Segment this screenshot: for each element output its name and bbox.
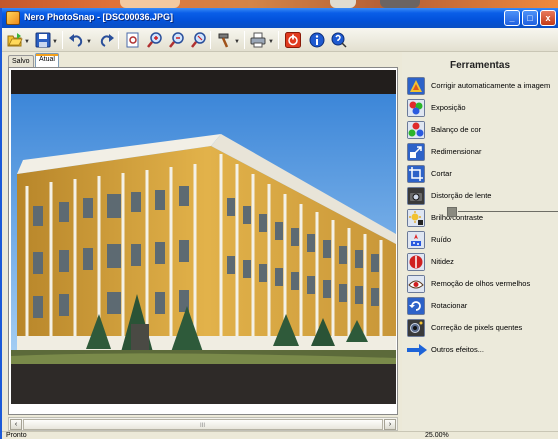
info-icon[interactable] (309, 32, 325, 48)
toolbar-separator (210, 31, 211, 49)
panel-title: Ferramentas (449, 60, 511, 71)
tool-label: Corrigir automaticamente a imagem (431, 81, 551, 90)
color-balance-icon (407, 121, 425, 139)
tool-sharpness[interactable]: Nitidez (406, 252, 558, 272)
tool-rotate[interactable]: Rotacionar (406, 296, 558, 316)
desktop-window-edge (120, 0, 180, 8)
lens-distortion-icon (407, 187, 425, 205)
zoom-level: 25.00% (425, 432, 449, 439)
tool-label: Cortar (431, 169, 452, 178)
close-button[interactable]: x (540, 10, 556, 26)
maximize-button[interactable]: □ (522, 10, 538, 26)
toolbar-separator (118, 31, 119, 49)
main-toolbar: ▼ ▼ ▼ ▼ ▼ (2, 28, 558, 52)
red-eye-icon (407, 275, 425, 293)
zoom-actual-icon[interactable] (191, 32, 207, 48)
tool-label: Outros efeitos... (431, 345, 484, 354)
tool-exposure[interactable]: Exposição (406, 98, 558, 118)
tool-resize[interactable]: Redimensionar (406, 142, 558, 162)
tab-atual[interactable]: Atual (35, 53, 59, 67)
noise-icon (407, 231, 425, 249)
horizontal-scrollbar[interactable]: ‹ III › (8, 417, 398, 431)
crop-icon (407, 165, 425, 183)
tool-label: Distorção de lente (431, 191, 492, 200)
open-folder-icon[interactable] (7, 32, 23, 48)
tool-label: Remoção de olhos vermelhos (431, 279, 531, 288)
building-photo (11, 94, 396, 364)
tool-label: Balanço de cor (431, 125, 482, 134)
view-tabs: Salvo Atual (2, 53, 402, 67)
tools-panel: Ferramentas Corrigir automaticamente a i… (402, 52, 558, 431)
desktop-background-strip (0, 0, 558, 8)
tool-other-effects[interactable]: Outros efeitos... (406, 340, 558, 360)
scroll-thumb[interactable]: III (23, 419, 383, 430)
tool-auto-fix[interactable]: Corrigir automaticamente a imagem (406, 76, 558, 96)
app-icon[interactable] (6, 11, 20, 25)
power-icon[interactable] (285, 32, 301, 48)
save-dropdown-icon[interactable]: ▼ (52, 39, 58, 45)
tool-label: Correção de pixels quentes (431, 323, 523, 332)
photosnap-window: Nero PhotoSnap - [DSC00036.JPG] _ □ x ▼ … (0, 8, 558, 439)
arrow-right-icon (407, 344, 427, 356)
minimize-button[interactable]: _ (504, 10, 520, 26)
scroll-right-button[interactable]: › (384, 419, 396, 430)
drag-cursor-icon (447, 207, 457, 217)
tab-salvo[interactable]: Salvo (8, 55, 34, 67)
tool-lens-distortion[interactable]: Distorção de lente (406, 186, 558, 206)
zoom-out-icon[interactable] (169, 32, 185, 48)
save-icon[interactable] (35, 32, 51, 48)
help-icon[interactable] (331, 32, 347, 48)
drag-guide-line (458, 211, 558, 212)
redo-icon[interactable] (99, 32, 115, 48)
open-dropdown-icon[interactable]: ▼ (24, 39, 30, 45)
hot-pixels-icon (407, 319, 425, 337)
window-title: Nero PhotoSnap - [DSC00036.JPG] (24, 12, 174, 22)
status-bar: Pronto 25.00% (2, 431, 558, 439)
title-bar[interactable]: Nero PhotoSnap - [DSC00036.JPG] _ □ x (2, 8, 558, 28)
tool-red-eye[interactable]: Remoção de olhos vermelhos (406, 274, 558, 294)
undo-dropdown-icon[interactable]: ▼ (86, 39, 92, 45)
fit-page-icon[interactable] (125, 32, 141, 48)
toolbar-separator (244, 31, 245, 49)
status-text: Pronto (6, 432, 27, 439)
tool-label: Rotacionar (431, 301, 468, 310)
tool-label: Redimensionar (431, 147, 482, 156)
print-dropdown-icon[interactable]: ▼ (268, 39, 274, 45)
tool-color-balance[interactable]: Balanço de cor (406, 120, 558, 140)
resize-icon (407, 143, 425, 161)
undo-icon[interactable] (68, 32, 84, 48)
desktop-window-edge (330, 0, 356, 8)
toolbar-separator (62, 31, 63, 49)
scroll-left-button[interactable]: ‹ (10, 419, 22, 430)
desktop-window-edge (380, 0, 420, 8)
photo-border-top (11, 70, 396, 94)
exposure-icon (407, 99, 425, 117)
image-canvas[interactable] (8, 67, 398, 415)
tool-label: Brilho/contraste (431, 213, 484, 222)
tool-crop[interactable]: Cortar (406, 164, 558, 184)
zoom-in-icon[interactable] (147, 32, 163, 48)
scroll-grip-icon: III (200, 423, 206, 429)
tools-hammer-icon[interactable] (216, 32, 232, 48)
tool-hot-pixels[interactable]: Correção de pixels quentes (406, 318, 558, 338)
tool-label: Ruído (431, 235, 452, 244)
print-icon[interactable] (250, 32, 266, 48)
photo-border-bottom (11, 364, 396, 404)
tool-label: Nitidez (431, 257, 454, 266)
toolbar-separator (278, 31, 279, 49)
sharpness-icon (407, 253, 425, 271)
tool-noise[interactable]: Ruído (406, 230, 558, 250)
brightness-contrast-icon (407, 209, 425, 227)
tool-label: Exposição (431, 103, 466, 112)
rotate-icon (407, 297, 425, 315)
tools-dropdown-icon[interactable]: ▼ (234, 39, 240, 45)
auto-fix-icon (407, 77, 425, 95)
